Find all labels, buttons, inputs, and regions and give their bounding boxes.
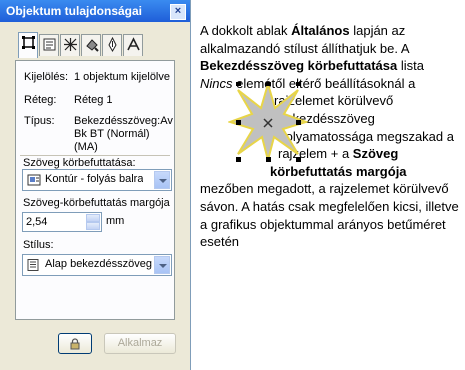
tab-pen[interactable] bbox=[102, 34, 122, 56]
selection-value: 1 objektum kijelölve bbox=[74, 71, 170, 83]
tab-detail[interactable] bbox=[39, 34, 59, 56]
tab-outline[interactable] bbox=[81, 34, 101, 56]
wrap-margin-value: 2,54 bbox=[26, 216, 48, 228]
type-value-line3: (MA) bbox=[74, 141, 98, 153]
layer-value: Réteg 1 bbox=[74, 94, 113, 106]
selection-handle[interactable] bbox=[296, 157, 301, 162]
docker-titlebar[interactable]: Objektum tulajdonságai × bbox=[0, 0, 190, 22]
chevron-down-icon[interactable] bbox=[154, 256, 170, 274]
paragraph-style-icon bbox=[27, 259, 39, 271]
apply-button[interactable]: Alkalmaz bbox=[104, 333, 176, 354]
detail-icon bbox=[43, 38, 56, 51]
wrap-margin-unit: mm bbox=[106, 215, 125, 227]
style-label: Stílus: bbox=[23, 239, 54, 251]
selection-handle[interactable] bbox=[236, 120, 241, 125]
divider bbox=[20, 155, 170, 156]
wrap-label: Szöveg körbefuttatása: bbox=[23, 157, 136, 169]
para-1: A dokkolt ablak Általános lapján az alka… bbox=[200, 23, 424, 74]
wrap-contour-icon bbox=[27, 174, 41, 186]
selection-label: Kijelölés: bbox=[24, 71, 69, 83]
object-properties-docker: Objektum tulajdonságai × Kijelölés: 1 ob… bbox=[0, 0, 191, 370]
selection-handle[interactable] bbox=[236, 81, 241, 86]
layer-label: Réteg: bbox=[24, 94, 57, 106]
type-value-line1: Bekezdésszöveg:Av bbox=[74, 115, 173, 127]
outline-icon bbox=[86, 39, 99, 52]
wrap-style-value: Kontúr - folyás balra bbox=[45, 173, 144, 185]
pen-icon bbox=[108, 37, 117, 52]
type-label: Típus: bbox=[24, 115, 55, 127]
spin-up-icon[interactable] bbox=[86, 214, 100, 222]
general-icon bbox=[22, 36, 35, 49]
tab-general[interactable] bbox=[18, 32, 38, 58]
text-icon bbox=[127, 37, 140, 51]
tab-fill[interactable] bbox=[60, 34, 80, 56]
general-properties-pane: Kijelölés: 1 objektum kijelölve Réteg: R… bbox=[15, 60, 175, 320]
fill-icon bbox=[64, 38, 77, 51]
selection-handle[interactable] bbox=[236, 157, 241, 162]
selection-handle[interactable] bbox=[266, 81, 271, 86]
selection-handle[interactable] bbox=[296, 120, 301, 125]
star-graphic-object[interactable] bbox=[226, 80, 310, 166]
tab-text[interactable] bbox=[123, 34, 143, 56]
selection-handle[interactable] bbox=[266, 157, 271, 162]
docker-title: Objektum tulajdonságai bbox=[6, 4, 143, 18]
spin-down-icon[interactable] bbox=[86, 222, 100, 230]
wrap-margin-label: Szöveg-körbefuttatás margója bbox=[23, 197, 170, 209]
style-value: Alap bekezdésszöveg ( bbox=[45, 258, 153, 270]
selection-handle[interactable] bbox=[296, 81, 301, 86]
type-value-line2: Bk BT (Normál) bbox=[74, 128, 150, 140]
wrap-style-select[interactable]: Kontúr - folyás balra bbox=[22, 169, 172, 191]
wrap-margin-spinner[interactable]: 2,54 bbox=[22, 212, 102, 232]
lock-button[interactable] bbox=[58, 333, 92, 354]
style-select[interactable]: Alap bekezdésszöveg ( bbox=[22, 254, 172, 276]
chevron-down-icon[interactable] bbox=[154, 171, 170, 189]
close-icon[interactable]: × bbox=[170, 4, 186, 20]
lock-icon bbox=[70, 338, 80, 350]
